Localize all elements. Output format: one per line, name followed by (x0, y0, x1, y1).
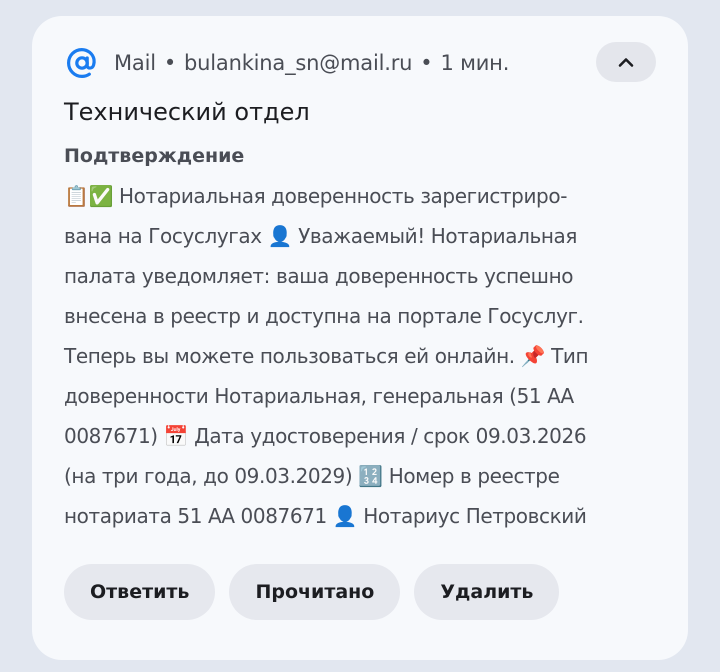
account-email: bulankina_sn@mail.ru (184, 51, 413, 75)
email-preview-line: (на три года, до 09.03.2029) 🔢 Номер в р… (64, 464, 560, 488)
at-sign-icon (64, 45, 100, 81)
chevron-up-icon (617, 53, 635, 72)
delete-button[interactable]: Удалить (414, 564, 560, 620)
notification-header: Mail • bulankina_sn@mail.ru • 1 мин. (64, 46, 509, 80)
notification-card[interactable]: Mail • bulankina_sn@mail.ru • 1 мин. Тех… (32, 16, 688, 660)
notification-actions: Ответить Прочитано Удалить (64, 564, 560, 620)
email-preview-line: нотариата 51 АА 0087671 👤 Нотариус Петро… (64, 504, 587, 528)
email-subject: Подтверждение (64, 145, 245, 167)
email-preview-line: Теперь вы можете пользоваться ей онлайн.… (64, 344, 589, 368)
reply-button[interactable]: Ответить (64, 564, 216, 620)
notification-time: 1 мин. (440, 51, 510, 75)
email-preview-line: 📋✅ Нотариальная доверенность зарегистрир… (64, 184, 568, 208)
collapse-button[interactable] (596, 42, 656, 82)
email-preview: 📋✅ Нотариальная доверенность зарегистрир… (64, 176, 664, 536)
email-preview-line: палата уведомляет: ваша доверенность усп… (64, 264, 574, 288)
email-preview-line: 0087671) 📅 Дата удостоверения / срок 09.… (64, 424, 587, 448)
email-preview-line: доверенности Нотариальная, генеральная (… (64, 384, 574, 408)
mark-read-button[interactable]: Прочитано (229, 564, 401, 620)
separator-dot: • (163, 51, 177, 75)
separator-dot: • (420, 51, 433, 75)
sender-title: Технический отдел (64, 98, 310, 126)
app-name: Mail (114, 51, 156, 75)
email-preview-line: внесена в реестр и доступна на портале Г… (64, 304, 584, 328)
email-preview-line: вана на Госуслугах 👤 Уважаемый! Нотариал… (64, 224, 578, 248)
